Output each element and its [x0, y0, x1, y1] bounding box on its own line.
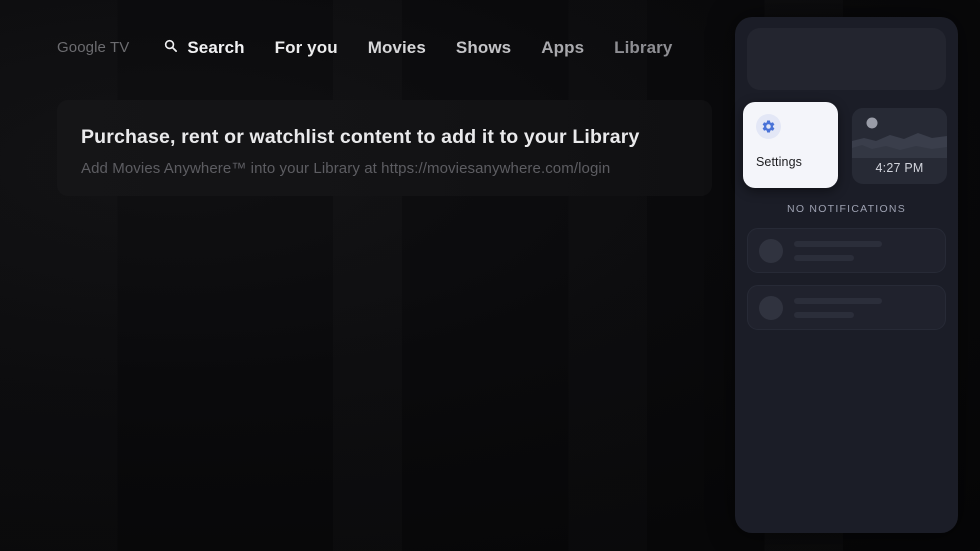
notification-avatar — [759, 239, 783, 263]
quick-tile-time[interactable]: 4:27 PM — [852, 108, 947, 184]
brand-label: Google TV — [57, 39, 130, 56]
notification-skeleton-line-secondary — [794, 312, 854, 318]
google-tv-home-screen: Google TV Search For you Movies Shows Ap… — [0, 0, 980, 551]
nav-item-search[interactable]: Search — [163, 37, 245, 58]
notification-skeleton-line-primary — [794, 241, 882, 247]
panel-header-card[interactable] — [747, 28, 946, 90]
nav-item-shows[interactable]: Shows — [456, 38, 511, 58]
notification-placeholder-card[interactable] — [747, 285, 946, 330]
quick-settings-panel: Settings 4:27 PM NO NOTIFICATIONS — [735, 17, 958, 533]
quick-tile-settings-label: Settings — [756, 155, 802, 169]
quick-tiles-row: Settings 4:27 PM — [735, 102, 958, 188]
notification-placeholder-card[interactable] — [747, 228, 946, 273]
library-empty-state-banner: Purchase, rent or watchlist content to a… — [57, 100, 712, 196]
quick-tile-settings[interactable]: Settings — [743, 102, 838, 188]
gear-icon — [756, 114, 781, 139]
no-notifications-label: NO NOTIFICATIONS — [787, 203, 906, 215]
moon-icon — [852, 108, 947, 158]
banner-title: Purchase, rent or watchlist content to a… — [81, 126, 640, 148]
nav-item-for-you[interactable]: For you — [275, 38, 338, 58]
top-navigation-bar: Google TV Search For you Movies Shows Ap… — [0, 0, 735, 95]
notification-skeleton-line-primary — [794, 298, 882, 304]
nav-item-library[interactable]: Library — [614, 38, 672, 58]
search-icon — [163, 38, 178, 58]
google-tv-logo: Google TV — [57, 39, 129, 56]
quick-tile-time-label: 4:27 PM — [875, 161, 924, 175]
notification-avatar — [759, 296, 783, 320]
nav-item-apps[interactable]: Apps — [541, 38, 584, 58]
nav-item-movies[interactable]: Movies — [368, 38, 426, 58]
notification-skeleton-line-secondary — [794, 255, 854, 261]
banner-subtitle: Add Movies Anywhere™ into your Library a… — [81, 160, 611, 177]
nav-item-search-label: Search — [187, 37, 245, 57]
